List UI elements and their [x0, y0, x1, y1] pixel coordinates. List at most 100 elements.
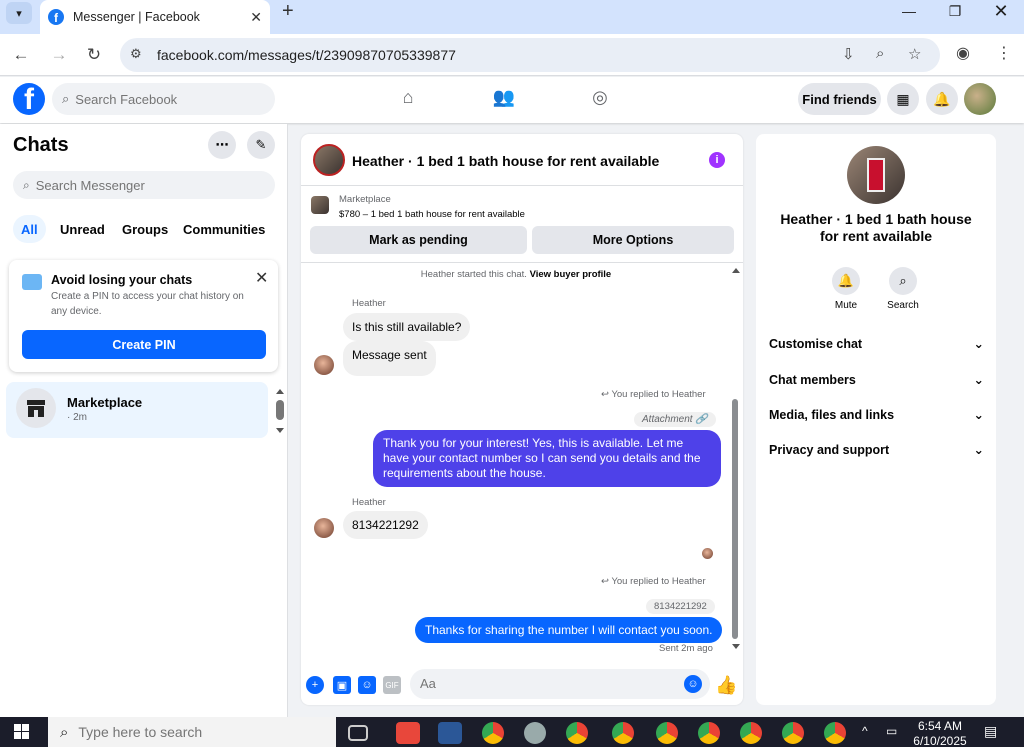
app-icon[interactable] [396, 722, 420, 744]
pin-card-title: Avoid losing your chats [51, 273, 193, 287]
outgoing-message[interactable]: Thank you for your interest! Yes, this i… [373, 430, 721, 487]
filter-unread[interactable]: Unread [52, 215, 113, 243]
mute-bell-icon[interactable]: 🔔 [832, 267, 860, 295]
filter-all[interactable]: All [13, 215, 46, 243]
chat-list-item[interactable]: Marketplace · 2m [6, 382, 268, 438]
sidebar-scrollbar[interactable] [274, 386, 286, 436]
listing-price[interactable]: $780 – 1 bed 1 bath house for rent avail… [339, 209, 525, 220]
facebook-search-input[interactable] [75, 91, 256, 107]
taskbar-search[interactable]: ⌕ [48, 717, 336, 747]
close-window-icon[interactable]: ✕ [978, 0, 1024, 22]
quoted-message[interactable]: 8134221292 [646, 599, 715, 614]
chrome-icon[interactable] [698, 722, 720, 744]
thumbs-up-icon[interactable]: 👍 [715, 675, 737, 696]
taskbar-search-input[interactable] [78, 724, 309, 740]
heather-avatar[interactable] [314, 355, 334, 375]
maximize-icon[interactable]: ❐ [932, 0, 978, 22]
chat-time: · 2m [67, 412, 87, 423]
reload-icon[interactable]: ↻ [81, 42, 107, 68]
listing-thumbnail[interactable] [311, 196, 329, 214]
outgoing-message[interactable]: Thanks for sharing the number I will con… [415, 617, 723, 643]
mark-as-pending-button[interactable]: Mark as pending [310, 226, 527, 254]
marketplace-listing-bar: Marketplace $780 – 1 bed 1 bath house fo… [301, 187, 743, 263]
chrome-icon[interactable] [824, 722, 846, 744]
filter-groups[interactable]: Groups [114, 215, 176, 243]
chrome-icon[interactable] [566, 722, 588, 744]
section-customise-chat[interactable]: Customise chat ⌄ [769, 336, 984, 352]
photo-icon[interactable]: ▣ [333, 676, 351, 694]
back-icon[interactable]: ← [8, 42, 34, 68]
chrome-icon[interactable] [782, 722, 804, 744]
facebook-logo-icon[interactable]: f [13, 83, 45, 115]
minimize-icon[interactable]: — [886, 0, 932, 22]
message-input[interactable] [420, 676, 660, 691]
pin-card-description: Create a PIN to access your chat history… [51, 291, 244, 317]
search-icon[interactable]: ⌕ [889, 267, 917, 295]
incoming-message[interactable]: Message sent [343, 341, 436, 376]
section-chat-members[interactable]: Chat members ⌄ [769, 372, 984, 388]
new-tab-icon[interactable]: + [282, 0, 302, 22]
heather-avatar[interactable] [314, 518, 334, 538]
site-settings-icon[interactable]: ⚙ [130, 46, 142, 62]
menu-grid-icon[interactable]: ▦ [887, 83, 919, 115]
messenger-search-input[interactable] [35, 177, 236, 193]
bookmark-star-icon[interactable]: ☆ [908, 45, 921, 63]
find-friends-button[interactable]: Find friends [798, 83, 881, 115]
section-label: Customise chat [769, 336, 863, 351]
conversation-title[interactable]: Heather · 1 bed 1 bath house for rent av… [352, 153, 659, 169]
chrome-icon[interactable] [482, 722, 504, 744]
url-text[interactable]: facebook.com/messages/t/2390987070533987… [157, 47, 456, 63]
windows-start-icon[interactable] [14, 724, 30, 740]
app-icon[interactable] [524, 722, 546, 744]
account-avatar[interactable] [964, 83, 996, 115]
friends-icon[interactable]: 👥 [491, 87, 517, 113]
message-input-box[interactable]: ☺ [410, 669, 710, 699]
gif-icon[interactable]: GIF [383, 676, 401, 694]
tray-chevron-icon[interactable]: ^ [862, 724, 868, 738]
sticker-icon[interactable]: ☺ [358, 676, 376, 694]
plus-icon[interactable]: + [306, 676, 324, 694]
zoom-icon[interactable]: ⌕ [876, 45, 884, 62]
close-tab-icon[interactable]: ✕ [250, 9, 262, 26]
notifications-bell-icon[interactable]: 🔔 [926, 83, 958, 115]
install-app-icon[interactable]: ⇩ [842, 45, 855, 63]
section-privacy-support[interactable]: Privacy and support ⌄ [769, 442, 984, 458]
incoming-message[interactable]: Is this still available? [343, 313, 471, 341]
taskbar-clock[interactable]: 6:54 AM 6/10/2025 [912, 719, 968, 747]
close-icon[interactable]: ✕ [255, 268, 268, 288]
emoji-icon[interactable]: ☺ [684, 675, 702, 693]
sender-name: Heather [352, 497, 386, 508]
chrome-icon[interactable] [656, 722, 678, 744]
notification-center-icon[interactable]: ▤ [984, 723, 997, 740]
windows-taskbar: ⌕ ^ ▭ 6:54 AM 6/10/2025 ▤ [0, 717, 1024, 747]
messenger-search[interactable]: ⌕ [13, 171, 275, 199]
tab-search-chevron-icon[interactable]: ▾ [6, 2, 32, 24]
chat-options-icon[interactable]: ⋯ [208, 131, 236, 159]
incoming-message[interactable]: 8134221292 [343, 511, 428, 539]
facebook-search[interactable]: ⌕ [52, 83, 275, 115]
home-icon[interactable]: ⌂ [395, 87, 421, 113]
view-buyer-profile-link[interactable]: View buyer profile [530, 269, 612, 280]
filter-communities[interactable]: Communities [175, 215, 273, 243]
word-icon[interactable] [438, 722, 462, 744]
section-media-files-links[interactable]: Media, files and links ⌄ [769, 407, 984, 423]
profile-icon[interactable]: ◉ [956, 43, 970, 63]
new-message-icon[interactable]: ✎ [247, 131, 275, 159]
task-view-icon[interactable] [348, 725, 368, 741]
create-pin-button[interactable]: Create PIN [22, 330, 266, 359]
omnibox[interactable]: ⚙ facebook.com/messages/t/23909870705339… [120, 38, 940, 72]
info-icon[interactable]: i [709, 152, 725, 168]
more-options-button[interactable]: More Options [532, 226, 734, 254]
forward-icon[interactable]: → [46, 42, 72, 68]
listing-large-avatar[interactable] [847, 146, 905, 204]
network-icon[interactable]: ▭ [886, 724, 897, 738]
facebook-header: f ⌕ ⌂ 👥 ◎ Find friends ▦ 🔔 [0, 77, 1024, 123]
chrome-icon[interactable] [740, 722, 762, 744]
listing-avatar[interactable] [313, 144, 345, 176]
chrome-icon[interactable] [612, 722, 634, 744]
browser-menu-icon[interactable]: ⋮ [996, 43, 1012, 63]
scrollbar-thumb[interactable] [732, 399, 738, 639]
groups-icon[interactable]: ◎ [587, 87, 613, 113]
browser-tab[interactable]: f Messenger | Facebook ✕ [40, 0, 270, 34]
attachment-quote[interactable]: Attachment 🔗 [634, 412, 716, 427]
